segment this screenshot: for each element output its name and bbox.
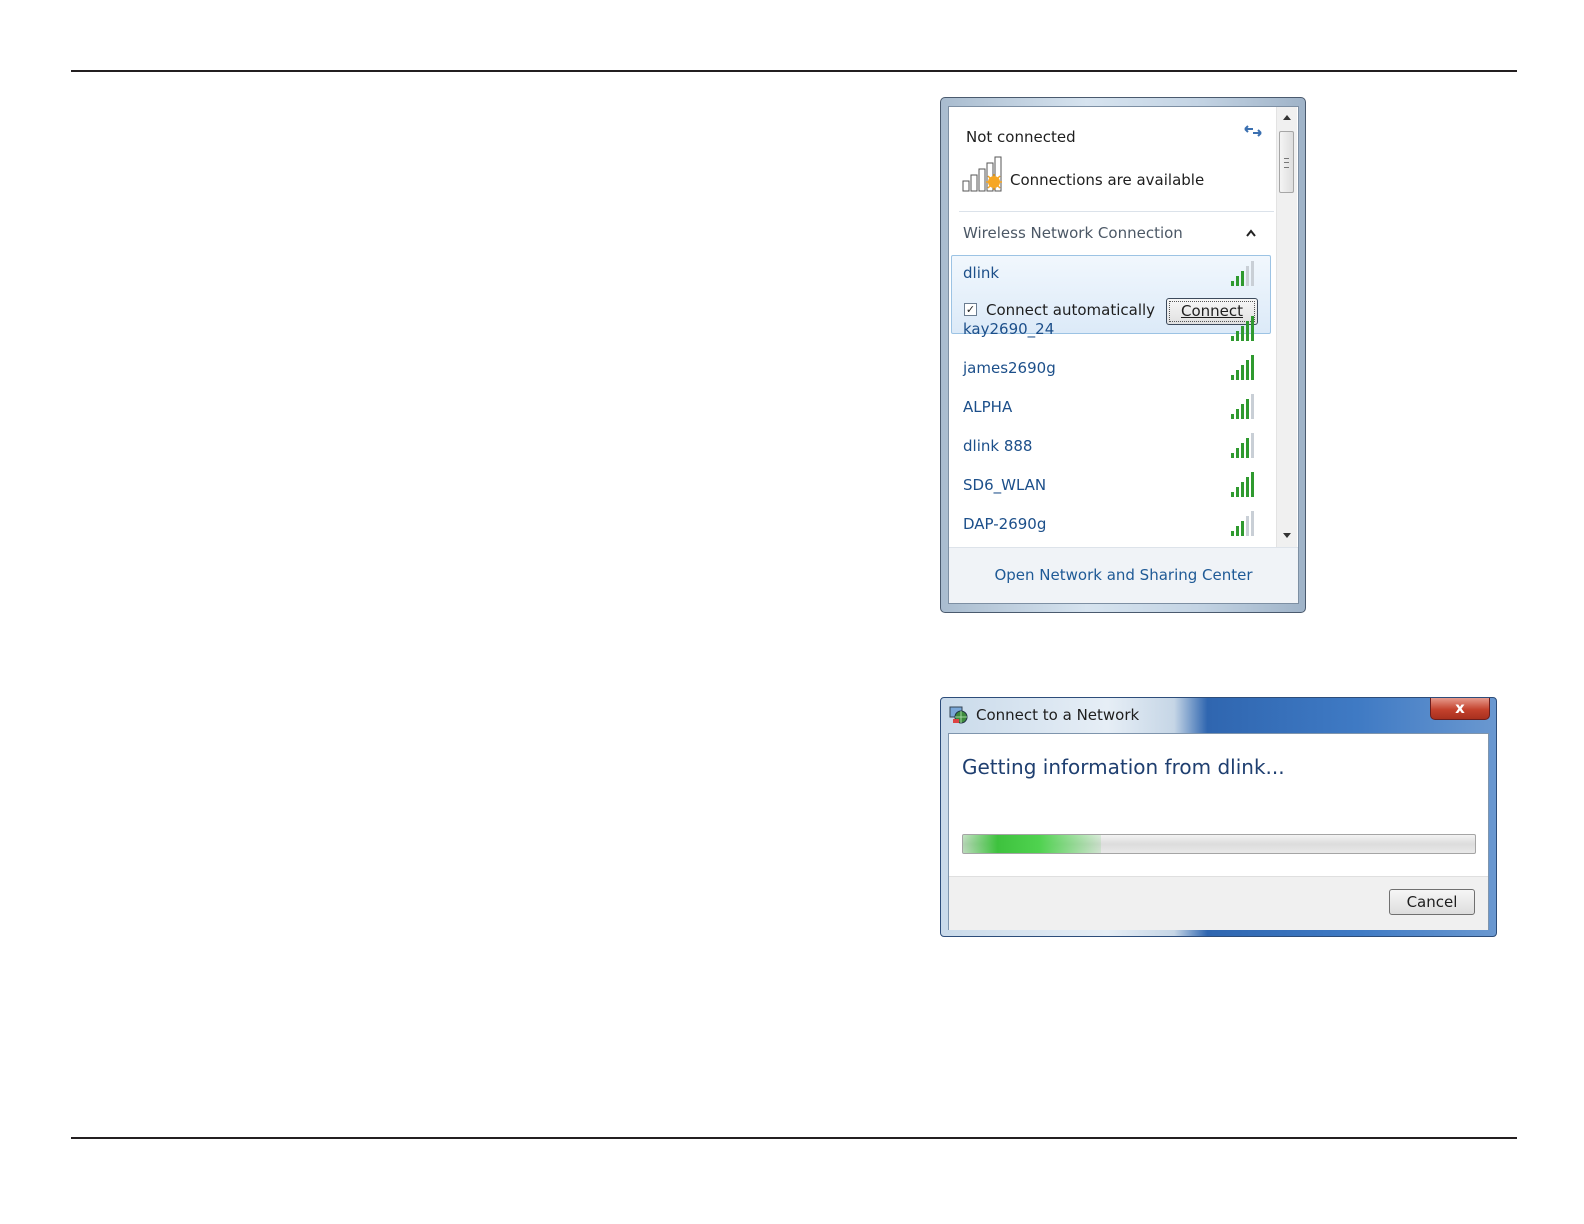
dialog-message: Getting information from dlink... [962,755,1285,779]
signal-bar [1251,261,1254,286]
network-name: dlink 888 [963,437,1033,455]
network-name: james2690g [963,359,1056,377]
signal-bar [1246,516,1249,536]
signal-strength-icon [1231,261,1254,286]
signal-bar [1236,487,1239,497]
network-item[interactable]: dlink 888 [951,427,1271,466]
scrollbar-thumb[interactable] [1279,131,1294,193]
close-button[interactable]: x [1430,698,1490,720]
separator [959,211,1274,212]
network-name: ALPHA [963,398,1013,416]
signal-bar [1241,404,1244,419]
signal-strength-icon [1231,394,1254,419]
signal-bar [1231,281,1234,286]
signal-bar [1241,482,1244,497]
bottom-divider [71,1137,1517,1139]
scroll-down-arrow-icon[interactable] [1282,532,1292,540]
collapse-caret-icon[interactable] [1245,228,1257,238]
signal-bar [1246,321,1249,341]
top-divider [71,70,1517,72]
section-header[interactable]: Wireless Network Connection [963,224,1183,242]
scroll-up-arrow-icon[interactable] [1282,113,1292,121]
signal-bar [1236,331,1239,341]
signal-bar [1231,453,1234,458]
cancel-button[interactable]: Cancel [1389,889,1475,915]
open-network-sharing-center-link[interactable]: Open Network and Sharing Center [949,566,1298,584]
dialog-title: Connect to a Network [976,706,1140,724]
refresh-icon[interactable] [1241,119,1265,143]
signal-bar [1241,271,1244,286]
signal-strength-icon [1231,316,1254,341]
network-name: DAP-2690g [963,515,1047,533]
network-name: kay2690_24 [963,320,1055,338]
network-flyout-panel: Not connected Connections are available … [948,106,1299,604]
signal-bar [1236,370,1239,380]
scrollbar[interactable] [1276,107,1297,547]
signal-bar [1236,448,1239,458]
progress-fill [963,835,1102,853]
signal-bar [1241,443,1244,458]
network-flyout: Not connected Connections are available … [940,97,1306,613]
signal-strength-icon [1231,433,1254,458]
signal-bar [1246,399,1249,419]
signal-bar [1251,316,1254,341]
flyout-footer: Open Network and Sharing Center [949,547,1298,603]
signal-bar [1236,526,1239,536]
network-name: dlink [963,264,1000,282]
signal-bar [1251,355,1254,380]
network-name: SD6_WLAN [963,476,1047,494]
signal-bar [1241,521,1244,536]
signal-bar [1241,326,1244,341]
signal-bar [1251,472,1254,497]
signal-bar [1231,531,1234,536]
signal-bar [1231,414,1234,419]
signal-bar [1251,394,1254,419]
availability-text: Connections are available [1010,171,1205,189]
signal-bar [1231,375,1234,380]
signal-bar [1231,492,1234,497]
signal-strength-icon [1231,472,1254,497]
network-item[interactable]: ALPHA [951,388,1271,427]
signal-bar [1236,409,1239,419]
network-item[interactable]: DAP-2690g [951,505,1271,544]
signal-bar [1246,266,1249,286]
signal-bar [1236,276,1239,286]
signal-bar [1251,511,1254,536]
network-item[interactable]: james2690g [951,349,1271,388]
signal-bar [1246,360,1249,380]
network-item[interactable]: kay2690_24 [951,310,1271,349]
connection-status: Not connected [966,128,1076,146]
connect-dialog: Connect to a Network x Getting informati… [940,697,1497,937]
grip-icon [1284,158,1289,168]
network-item[interactable]: SD6_WLAN [951,466,1271,505]
signal-bar [1231,336,1234,341]
signal-strength-icon [1231,355,1254,380]
signal-strength-icon [1231,511,1254,536]
dialog-body: Getting information from dlink... Cancel [948,733,1489,930]
progress-bar [962,834,1476,854]
signal-bar [1246,438,1249,458]
network-available-icon [962,156,1002,192]
dialog-footer: Cancel [949,876,1488,930]
signal-bar [1251,433,1254,458]
signal-bar [1241,365,1244,380]
network-globe-icon [949,706,968,724]
signal-bar [1246,477,1249,497]
